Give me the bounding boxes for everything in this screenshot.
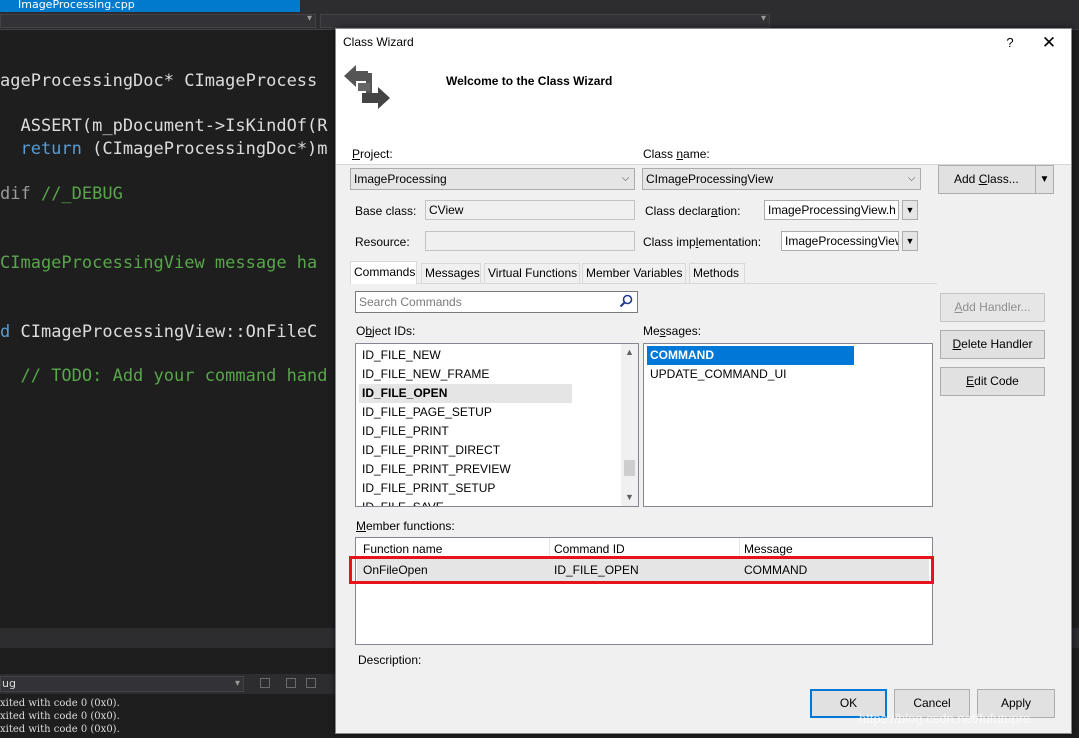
scroll-down-icon[interactable]: ▼: [621, 489, 638, 506]
messages-label: Messages:: [643, 324, 702, 338]
add-handler-button[interactable]: Add Handler...: [940, 293, 1045, 322]
delete-handler-button[interactable]: Delete Handler: [940, 330, 1045, 359]
class-implementation-field[interactable]: ImageProcessingView.cpp: [781, 231, 899, 251]
class-name-value: CImageProcessingView: [646, 172, 774, 186]
chevron-down-icon: ⌵: [621, 173, 630, 184]
code-token: dif: [0, 184, 31, 204]
help-button[interactable]: ?: [1000, 33, 1020, 53]
object-id-item[interactable]: ID_FILE_PAGE_SETUP: [359, 403, 492, 422]
output-prev-icon[interactable]: [286, 678, 296, 688]
class-declaration-label: Class declaration:: [645, 204, 741, 218]
editor-tab[interactable]: ImageProcessing.cpp: [0, 0, 300, 12]
code-token: CImageProcessingView message ha: [0, 253, 318, 273]
object-id-item[interactable]: ID_FILE_SAVE: [359, 498, 444, 506]
code-token: return: [0, 139, 82, 159]
chevron-down-icon: ⌵: [907, 173, 916, 184]
editor-tab-title: ImageProcessing.cpp: [18, 0, 135, 11]
add-class-button[interactable]: Add Class... ▼: [938, 165, 1054, 194]
tab-messages[interactable]: Messages: [421, 263, 481, 283]
dialog-title: Class Wizard: [343, 35, 414, 49]
grid-column-divider: [739, 538, 740, 558]
tab-member-variables[interactable]: Member Variables: [582, 263, 686, 283]
code-line[interactable]: return (CImageProcessingDoc*)m: [0, 138, 328, 160]
tab-panel-border: [350, 283, 937, 284]
output-source-combo[interactable]: ug: [0, 676, 244, 692]
base-class-label: Base class:: [355, 204, 417, 218]
output-line: xited with code 0 (0x0).: [0, 711, 120, 722]
code-token: //_DEBUG: [30, 184, 123, 204]
object-id-item[interactable]: ID_FILE_PRINT_PREVIEW: [359, 460, 511, 479]
code-token: d: [0, 322, 11, 342]
search-placeholder: Search Commands: [359, 295, 462, 309]
object-id-item[interactable]: ID_FILE_PRINT_DIRECT: [359, 441, 500, 460]
object-id-item[interactable]: ID_FILE_PRINT: [359, 422, 449, 441]
code-line[interactable]: d CImageProcessingView::OnFileC: [0, 321, 317, 343]
member-functions-label: Member functions:: [356, 519, 455, 533]
code-line[interactable]: ageProcessingDoc* CImageProcess: [0, 70, 317, 92]
output-toolbar: ug: [0, 674, 340, 694]
search-commands-input[interactable]: Search Commands: [355, 291, 638, 313]
project-label: Project:: [352, 147, 393, 161]
code-token: // TODO: Add your command hand: [0, 366, 328, 386]
object-id-item[interactable]: ID_FILE_NEW_FRAME: [359, 365, 489, 384]
output-next-icon[interactable]: [306, 678, 316, 688]
tab-commands[interactable]: Commands: [350, 261, 417, 284]
message-item[interactable]: UPDATE_COMMAND_UI: [647, 365, 786, 384]
tab-methods[interactable]: Methods: [689, 263, 745, 283]
code-line[interactable]: ASSERT(m_pDocument->IsKindOf(R: [0, 115, 328, 137]
dialog-title-bar: Class Wizard ? ✕: [336, 29, 1071, 57]
base-class-field: CView: [425, 200, 635, 220]
ide-scope-combo[interactable]: [0, 13, 316, 28]
close-button[interactable]: ✕: [1038, 32, 1060, 54]
tab-virtual-functions[interactable]: Virtual Functions: [484, 263, 580, 283]
red-highlight-annotation: [349, 556, 934, 584]
code-line[interactable]: // TODO: Add your command hand: [0, 365, 328, 387]
output-find-icon[interactable]: [260, 678, 270, 688]
grid-header-command-id[interactable]: Command ID: [554, 542, 625, 556]
scroll-up-icon[interactable]: ▲: [621, 344, 638, 361]
project-value: ImageProcessing: [354, 172, 447, 186]
object-id-item[interactable]: ID_FILE_PRINT_SETUP: [359, 479, 495, 498]
grid-column-divider: [549, 538, 550, 558]
add-class-dropdown-icon[interactable]: ▼: [1035, 166, 1053, 193]
object-ids-list[interactable]: ▲ ▼ ID_FILE_NEW ID_FILE_NEW_FRAME ID_FILE_…: [355, 343, 639, 507]
object-id-item[interactable]: ID_FILE_NEW: [359, 346, 441, 365]
object-ids-scrollbar[interactable]: ▲ ▼: [621, 344, 638, 506]
grid-header-function-name[interactable]: Function name: [363, 542, 442, 556]
class-declaration-dropdown-icon[interactable]: ▼: [902, 200, 918, 220]
resource-field: [425, 231, 635, 251]
edit-code-button[interactable]: Edit Code: [940, 367, 1045, 396]
watermark: https://blog.csdn.net/fufutupre: [859, 711, 1031, 726]
resource-label: Resource:: [355, 235, 410, 249]
code-token: (CImageProcessingDoc*)m: [81, 139, 328, 159]
description-label: Description:: [358, 653, 422, 667]
code-token: ageProcessingDoc* CImageProcess: [0, 71, 318, 91]
search-icon[interactable]: [619, 294, 633, 308]
code-token: CImageProcessingView::OnFileC: [10, 322, 318, 342]
object-ids-label: Object IDs:: [356, 324, 416, 338]
code-line[interactable]: dif //_DEBUG: [0, 183, 123, 205]
grid-header-message[interactable]: Message: [744, 542, 793, 556]
class-name-combo[interactable]: CImageProcessingView ⌵: [642, 168, 921, 190]
ide-tab-bar: ImageProcessing.cpp: [0, 0, 1079, 12]
messages-list[interactable]: COMMAND UPDATE_COMMAND_UI: [643, 343, 933, 507]
class-wizard-icon: [344, 65, 390, 109]
code-token: ASSERT(m_pDocument->IsKindOf(R: [0, 116, 328, 136]
class-implementation-label: Class implementation:: [643, 235, 762, 249]
class-implementation-dropdown-icon[interactable]: ▼: [902, 231, 918, 251]
ide-member-combo[interactable]: [320, 13, 770, 28]
welcome-heading: Welcome to the Class Wizard: [446, 74, 613, 88]
grid-header: Function name Command ID Message: [356, 538, 931, 558]
class-name-label: Class name:: [643, 147, 710, 161]
member-functions-grid[interactable]: Function name Command ID Message OnFileO…: [355, 537, 933, 645]
output-line: xited with code 0 (0x0).: [0, 698, 120, 709]
message-item[interactable]: COMMAND: [647, 346, 854, 365]
class-declaration-field[interactable]: ImageProcessingView.h: [764, 200, 899, 220]
code-line[interactable]: CImageProcessingView message ha: [0, 252, 317, 274]
class-wizard-dialog: Class Wizard ? ✕ Welcome to the Class Wi…: [335, 28, 1072, 734]
scroll-thumb[interactable]: [624, 460, 635, 476]
object-id-item[interactable]: ID_FILE_OPEN: [359, 384, 572, 403]
output-line: xited with code 0 (0x0).: [0, 724, 120, 735]
project-combo[interactable]: ImageProcessing ⌵: [350, 168, 635, 190]
